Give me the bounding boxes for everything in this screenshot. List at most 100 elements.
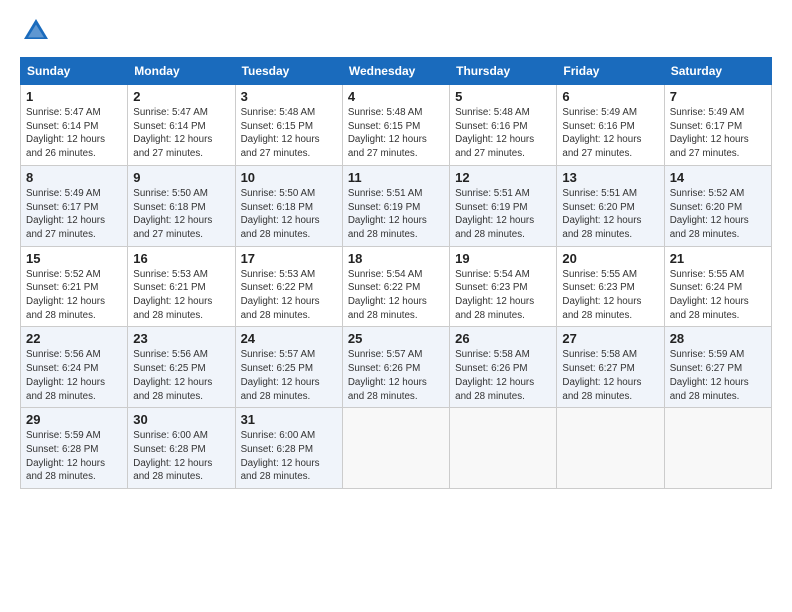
day-info: Sunrise: 5:55 AMSunset: 6:24 PMDaylight:… — [670, 268, 766, 323]
day-number: 11 — [348, 170, 444, 185]
day-info: Sunrise: 5:51 AMSunset: 6:20 PMDaylight:… — [562, 187, 658, 242]
calendar-cell: 5 Sunrise: 5:48 AMSunset: 6:16 PMDaylight… — [450, 85, 557, 166]
day-number: 22 — [26, 331, 122, 346]
day-info: Sunrise: 6:00 AMSunset: 6:28 PMDaylight:… — [133, 429, 229, 484]
day-number: 7 — [670, 89, 766, 104]
calendar-cell: 27 Sunrise: 5:58 AMSunset: 6:27 PMDayligh… — [557, 327, 664, 408]
day-number: 4 — [348, 89, 444, 104]
day-number: 9 — [133, 170, 229, 185]
day-info: Sunrise: 5:56 AMSunset: 6:24 PMDaylight:… — [26, 348, 122, 403]
day-info: Sunrise: 5:57 AMSunset: 6:25 PMDaylight:… — [241, 348, 337, 403]
calendar-cell: 14 Sunrise: 5:52 AMSunset: 6:20 PMDayligh… — [664, 165, 771, 246]
weekday-header: Saturday — [664, 58, 771, 85]
day-number: 29 — [26, 412, 122, 427]
day-info: Sunrise: 5:54 AMSunset: 6:23 PMDaylight:… — [455, 268, 551, 323]
day-info: Sunrise: 5:49 AMSunset: 6:17 PMDaylight:… — [26, 187, 122, 242]
day-number: 23 — [133, 331, 229, 346]
day-info: Sunrise: 5:58 AMSunset: 6:27 PMDaylight:… — [562, 348, 658, 403]
day-number: 16 — [133, 251, 229, 266]
calendar-cell: 28Sunrise: 5:59 AMSunset: 6:27 PMDayligh… — [664, 327, 771, 408]
calendar-cell: 22 Sunrise: 5:56 AMSunset: 6:24 PMDayligh… — [21, 327, 128, 408]
logo-icon — [20, 15, 52, 47]
page: SundayMondayTuesdayWednesdayThursdayFrid… — [0, 0, 792, 612]
calendar-cell — [664, 408, 771, 489]
calendar-cell: 19 Sunrise: 5:54 AMSunset: 6:23 PMDayligh… — [450, 246, 557, 327]
day-number: 1 — [26, 89, 122, 104]
calendar-cell — [342, 408, 449, 489]
weekday-header: Tuesday — [235, 58, 342, 85]
calendar-cell: 23 Sunrise: 5:56 AMSunset: 6:25 PMDayligh… — [128, 327, 235, 408]
day-info: Sunrise: 5:51 AMSunset: 6:19 PMDaylight:… — [348, 187, 444, 242]
day-info: Sunrise: 5:54 AMSunset: 6:22 PMDaylight:… — [348, 268, 444, 323]
weekday-header: Thursday — [450, 58, 557, 85]
day-number: 21 — [670, 251, 766, 266]
day-number: 26 — [455, 331, 551, 346]
calendar-cell: 2 Sunrise: 5:47 AMSunset: 6:14 PMDaylight… — [128, 85, 235, 166]
day-info: Sunrise: 5:48 AMSunset: 6:16 PMDaylight:… — [455, 106, 551, 161]
day-number: 31 — [241, 412, 337, 427]
day-number: 12 — [455, 170, 551, 185]
day-number: 18 — [348, 251, 444, 266]
calendar-cell: 3 Sunrise: 5:48 AMSunset: 6:15 PMDaylight… — [235, 85, 342, 166]
day-number: 15 — [26, 251, 122, 266]
calendar-cell: 18 Sunrise: 5:54 AMSunset: 6:22 PMDayligh… — [342, 246, 449, 327]
day-info: Sunrise: 5:47 AMSunset: 6:14 PMDaylight:… — [133, 106, 229, 161]
day-info: Sunrise: 5:56 AMSunset: 6:25 PMDaylight:… — [133, 348, 229, 403]
day-info: Sunrise: 5:59 AMSunset: 6:27 PMDaylight:… — [670, 348, 766, 403]
weekday-header: Wednesday — [342, 58, 449, 85]
calendar-cell: 6 Sunrise: 5:49 AMSunset: 6:16 PMDaylight… — [557, 85, 664, 166]
weekday-header: Monday — [128, 58, 235, 85]
calendar-cell: 12 Sunrise: 5:51 AMSunset: 6:19 PMDayligh… — [450, 165, 557, 246]
day-info: Sunrise: 5:57 AMSunset: 6:26 PMDaylight:… — [348, 348, 444, 403]
day-info: Sunrise: 5:49 AMSunset: 6:16 PMDaylight:… — [562, 106, 658, 161]
day-info: Sunrise: 5:50 AMSunset: 6:18 PMDaylight:… — [133, 187, 229, 242]
calendar-week-row: 22 Sunrise: 5:56 AMSunset: 6:24 PMDayligh… — [21, 327, 772, 408]
day-info: Sunrise: 5:48 AMSunset: 6:15 PMDaylight:… — [241, 106, 337, 161]
day-info: Sunrise: 5:51 AMSunset: 6:19 PMDaylight:… — [455, 187, 551, 242]
day-info: Sunrise: 5:49 AMSunset: 6:17 PMDaylight:… — [670, 106, 766, 161]
header — [20, 15, 772, 47]
day-number: 2 — [133, 89, 229, 104]
calendar-week-row: 8 Sunrise: 5:49 AMSunset: 6:17 PMDaylight… — [21, 165, 772, 246]
day-info: Sunrise: 6:00 AMSunset: 6:28 PMDaylight:… — [241, 429, 337, 484]
day-info: Sunrise: 5:50 AMSunset: 6:18 PMDaylight:… — [241, 187, 337, 242]
calendar-cell: 31 Sunrise: 6:00 AMSunset: 6:28 PMDayligh… — [235, 408, 342, 489]
calendar-table: SundayMondayTuesdayWednesdayThursdayFrid… — [20, 57, 772, 489]
day-number: 6 — [562, 89, 658, 104]
day-number: 27 — [562, 331, 658, 346]
day-number: 10 — [241, 170, 337, 185]
calendar-cell: 16 Sunrise: 5:53 AMSunset: 6:21 PMDayligh… — [128, 246, 235, 327]
day-info: Sunrise: 5:59 AMSunset: 6:28 PMDaylight:… — [26, 429, 122, 484]
day-number: 13 — [562, 170, 658, 185]
calendar-cell: 30 Sunrise: 6:00 AMSunset: 6:28 PMDayligh… — [128, 408, 235, 489]
day-number: 17 — [241, 251, 337, 266]
weekday-header: Friday — [557, 58, 664, 85]
day-number: 5 — [455, 89, 551, 104]
day-info: Sunrise: 5:47 AMSunset: 6:14 PMDaylight:… — [26, 106, 122, 161]
day-number: 3 — [241, 89, 337, 104]
calendar-header-row: SundayMondayTuesdayWednesdayThursdayFrid… — [21, 58, 772, 85]
calendar-week-row: 15Sunrise: 5:52 AMSunset: 6:21 PMDayligh… — [21, 246, 772, 327]
calendar-cell: 26 Sunrise: 5:58 AMSunset: 6:26 PMDayligh… — [450, 327, 557, 408]
day-number: 14 — [670, 170, 766, 185]
calendar-cell: 1 Sunrise: 5:47 AMSunset: 6:14 PMDaylight… — [21, 85, 128, 166]
day-info: Sunrise: 5:53 AMSunset: 6:21 PMDaylight:… — [133, 268, 229, 323]
calendar-cell: 29 Sunrise: 5:59 AMSunset: 6:28 PMDayligh… — [21, 408, 128, 489]
calendar-cell: 21 Sunrise: 5:55 AMSunset: 6:24 PMDayligh… — [664, 246, 771, 327]
calendar-cell: 13 Sunrise: 5:51 AMSunset: 6:20 PMDayligh… — [557, 165, 664, 246]
day-info: Sunrise: 5:48 AMSunset: 6:15 PMDaylight:… — [348, 106, 444, 161]
calendar-cell — [450, 408, 557, 489]
calendar-cell: 15Sunrise: 5:52 AMSunset: 6:21 PMDayligh… — [21, 246, 128, 327]
day-info: Sunrise: 5:52 AMSunset: 6:20 PMDaylight:… — [670, 187, 766, 242]
day-info: Sunrise: 5:58 AMSunset: 6:26 PMDaylight:… — [455, 348, 551, 403]
logo — [20, 15, 58, 47]
day-number: 30 — [133, 412, 229, 427]
calendar-cell: 7 Sunrise: 5:49 AMSunset: 6:17 PMDaylight… — [664, 85, 771, 166]
day-number: 25 — [348, 331, 444, 346]
day-number: 19 — [455, 251, 551, 266]
calendar-cell: 24Sunrise: 5:57 AMSunset: 6:25 PMDayligh… — [235, 327, 342, 408]
calendar-week-row: 1 Sunrise: 5:47 AMSunset: 6:14 PMDaylight… — [21, 85, 772, 166]
day-number: 8 — [26, 170, 122, 185]
calendar-cell: 11 Sunrise: 5:51 AMSunset: 6:19 PMDayligh… — [342, 165, 449, 246]
day-number: 20 — [562, 251, 658, 266]
